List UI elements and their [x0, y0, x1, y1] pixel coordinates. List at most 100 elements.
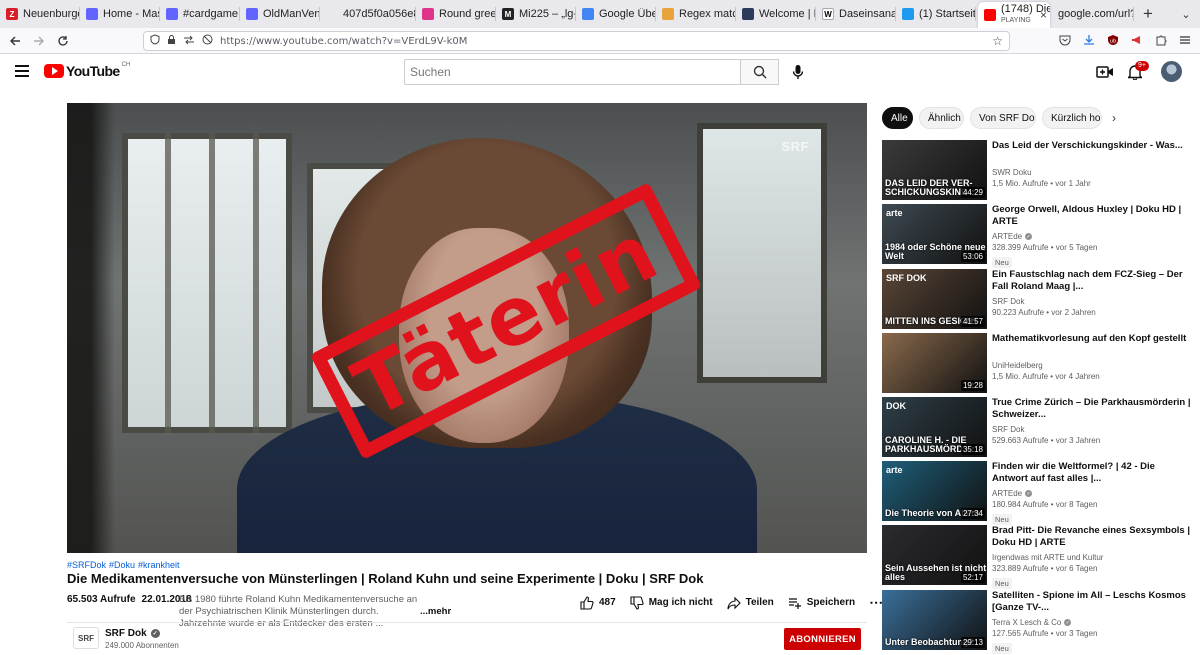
- video-thumbnail[interactable]: arte 1984 oder Schöne neue Welt 53:06: [882, 204, 987, 264]
- recommended-video-info[interactable]: Ein Faustschlag nach dem FCZ-Sieg – Der …: [992, 269, 1192, 317]
- browser-tab[interactable]: #cardgame: [160, 0, 240, 28]
- recommended-video-info[interactable]: Das Leid der Verschickungskinder - Was..…: [992, 140, 1192, 188]
- browser-tab[interactable]: 407d5f0a056e8: [320, 0, 416, 28]
- recommended-video-title[interactable]: True Crime Zürich – Die Parkhausmörderin…: [992, 397, 1192, 421]
- chip-all[interactable]: Alle: [882, 107, 913, 129]
- recommended-video[interactable]: DAS LEID DER VER-SCHICKUNGSKIND 44:29 Das …: [882, 140, 1192, 200]
- hashtag-link[interactable]: #SRFDok: [67, 560, 106, 570]
- browser-tab[interactable]: Welcome | N: [736, 0, 816, 28]
- recommended-video-info[interactable]: Finden wir die Weltformel? | 42 - Die An…: [992, 461, 1192, 527]
- app-menu-icon[interactable]: [1176, 31, 1194, 49]
- recommended-channel[interactable]: Irgendwas mit ARTE und Kultur: [992, 553, 1192, 562]
- recommended-video-title[interactable]: Das Leid der Verschickungskinder - Was..…: [992, 140, 1192, 164]
- recommended-channel-name[interactable]: Irgendwas mit ARTE und Kultur: [992, 553, 1103, 562]
- browser-tab[interactable]: Home - Mast: [80, 0, 160, 28]
- create-video-icon[interactable]: [1095, 62, 1115, 82]
- downloads-icon[interactable]: [1080, 31, 1098, 49]
- like-button[interactable]: 487: [580, 595, 616, 610]
- search-input[interactable]: Suchen: [404, 59, 741, 85]
- url-text[interactable]: https://www.youtube.com/watch?v=VErdL9V-…: [220, 36, 467, 47]
- ublock-icon[interactable]: ub: [1104, 31, 1122, 49]
- video-thumbnail[interactable]: arte Die Theorie von Allem 27:34: [882, 461, 987, 521]
- recommended-video-title[interactable]: Brad Pitt- Die Revanche eines Sexsymbols…: [992, 525, 1192, 549]
- recommended-video-title[interactable]: Satelliten - Spione im All – Leschs Kosm…: [992, 590, 1192, 614]
- browser-tab[interactable]: OldManVenn: [240, 0, 320, 28]
- list-tabs-icon[interactable]: ⌄: [1172, 0, 1200, 28]
- chip-related[interactable]: Ähnlich: [919, 107, 964, 129]
- recommended-video[interactable]: SRF DOK MITTEN INS GESICHT 41:57 Ein Fausts…: [882, 269, 1192, 329]
- recommended-channel-name[interactable]: ARTEde: [992, 489, 1022, 498]
- hamburger-menu-icon[interactable]: [15, 65, 29, 77]
- recommended-channel[interactable]: SWR Doku: [992, 168, 1192, 177]
- tab-close-icon[interactable]: ×: [1040, 8, 1047, 22]
- video-player[interactable]: SRF Täterin: [67, 103, 867, 553]
- recommended-channel[interactable]: Terra X Lesch & Co ✓: [992, 618, 1192, 627]
- video-thumbnail[interactable]: DAS LEID DER VER-SCHICKUNGSKIND 44:29: [882, 140, 987, 200]
- browser-tab[interactable]: google.com/url?: [1052, 0, 1134, 28]
- browser-tab[interactable]: Google Über: [576, 0, 656, 28]
- pocket-icon[interactable]: [1056, 31, 1074, 49]
- video-thumbnail[interactable]: Sein Aussehen ist nicht alles 52:17: [882, 525, 987, 585]
- browser-tab-active[interactable]: (1748) Die PLAYING ×: [978, 2, 1050, 28]
- recommended-video-title[interactable]: Ein Faustschlag nach dem FCZ-Sieg – Der …: [992, 269, 1192, 293]
- new-tab-icon[interactable]: +: [1134, 0, 1162, 28]
- recommended-video-info[interactable]: George Orwell, Aldous Huxley | Doku HD |…: [992, 204, 1192, 270]
- recommended-video-info[interactable]: Brad Pitt- Die Revanche eines Sexsymbols…: [992, 525, 1192, 591]
- show-more-link[interactable]: ...mehr: [420, 606, 451, 618]
- channel-avatar[interactable]: SRF: [73, 627, 99, 649]
- autoplay-blocked-icon[interactable]: [202, 34, 213, 48]
- channel-name[interactable]: SRF Dok ✓: [105, 628, 160, 639]
- browser-tab[interactable]: Regex match: [656, 0, 736, 28]
- chip-from-channel[interactable]: Von SRF Dok: [970, 107, 1036, 129]
- chevron-right-icon[interactable]: ›: [1112, 111, 1116, 125]
- address-bar[interactable]: https://www.youtube.com/watch?v=VErdL9V-…: [143, 31, 1010, 51]
- recommended-video[interactable]: Sein Aussehen ist nicht alles 52:17 Brad P…: [882, 525, 1192, 589]
- voice-search-mic-icon[interactable]: [788, 62, 808, 82]
- recommended-video[interactable]: DOK CAROLINE H. - DIE PARKHAUSMÖRD 35:18 Tr…: [882, 397, 1192, 457]
- reload-icon[interactable]: [51, 29, 75, 53]
- recommended-channel-name[interactable]: Terra X Lesch & Co: [992, 618, 1061, 627]
- video-thumbnail[interactable]: Unter Beobachtung? 29:13: [882, 590, 987, 650]
- extensions-icon[interactable]: [1152, 31, 1170, 49]
- shield-icon[interactable]: [150, 34, 160, 48]
- recommended-channel[interactable]: SRF Dok: [992, 297, 1192, 306]
- megaphone-icon[interactable]: [1128, 31, 1146, 49]
- hashtag-link[interactable]: #Doku: [109, 560, 135, 570]
- share-button[interactable]: Teilen: [727, 596, 774, 610]
- forward-icon[interactable]: [27, 29, 51, 53]
- recommended-video[interactable]: arte 1984 oder Schöne neue Welt 53:06 Georg…: [882, 204, 1192, 268]
- recommended-channel[interactable]: SRF Dok: [992, 425, 1192, 434]
- recommended-video[interactable]: 19:28 Mathematikvorlesung auf den Kopf ge…: [882, 333, 1192, 393]
- recommended-channel-name[interactable]: SRF Dok: [992, 297, 1024, 306]
- recommended-video[interactable]: Unter Beobachtung? 29:13 Satelliten - Spio…: [882, 590, 1192, 654]
- recommended-video-title[interactable]: George Orwell, Aldous Huxley | Doku HD |…: [992, 204, 1192, 228]
- permissions-icon[interactable]: [183, 35, 195, 48]
- browser-tab[interactable]: Round green: [416, 0, 496, 28]
- browser-tab[interactable]: W Daseinsanaly: [816, 0, 896, 28]
- search-button[interactable]: [740, 59, 779, 85]
- recommended-channel[interactable]: ARTEde ✓: [992, 489, 1192, 498]
- browser-tab[interactable]: Z Neuenburger: [0, 0, 80, 28]
- recommended-channel-name[interactable]: UniHeidelberg: [992, 361, 1043, 370]
- subscribe-button[interactable]: ABONNIEREN: [784, 628, 861, 650]
- back-icon[interactable]: [3, 29, 27, 53]
- channel-name-text[interactable]: SRF Dok: [105, 628, 147, 639]
- lock-icon[interactable]: [167, 34, 176, 48]
- dislike-button[interactable]: Mag ich nicht: [630, 595, 713, 610]
- description-preview[interactable]: Bis 1980 führte Roland Kuhn Medikamenten…: [179, 594, 451, 630]
- recommended-channel-name[interactable]: ARTEde: [992, 232, 1022, 241]
- video-thumbnail[interactable]: 19:28: [882, 333, 987, 393]
- browser-tab[interactable]: (1) Startseite: [896, 0, 976, 28]
- browser-tab[interactable]: M Mi225 – „lg-: [496, 0, 576, 28]
- recommended-video-title[interactable]: Finden wir die Weltformel? | 42 - Die An…: [992, 461, 1192, 485]
- video-thumbnail[interactable]: SRF DOK MITTEN INS GESICHT 41:57: [882, 269, 987, 329]
- recommended-video-info[interactable]: Mathematikvorlesung auf den Kopf gestell…: [992, 333, 1192, 381]
- recommended-video[interactable]: arte Die Theorie von Allem 27:34 Finden wir…: [882, 461, 1192, 525]
- recommended-channel-name[interactable]: SRF Dok: [992, 425, 1024, 434]
- hashtag-link[interactable]: #krankheit: [138, 560, 180, 570]
- video-thumbnail[interactable]: DOK CAROLINE H. - DIE PARKHAUSMÖRD 35:18: [882, 397, 987, 457]
- save-button[interactable]: Speichern: [788, 596, 855, 610]
- chip-recently-uploaded[interactable]: Kürzlich hoc: [1042, 107, 1102, 129]
- bookmark-star-icon[interactable]: ☆: [992, 34, 1003, 48]
- recommended-channel[interactable]: ARTEde ✓: [992, 232, 1192, 241]
